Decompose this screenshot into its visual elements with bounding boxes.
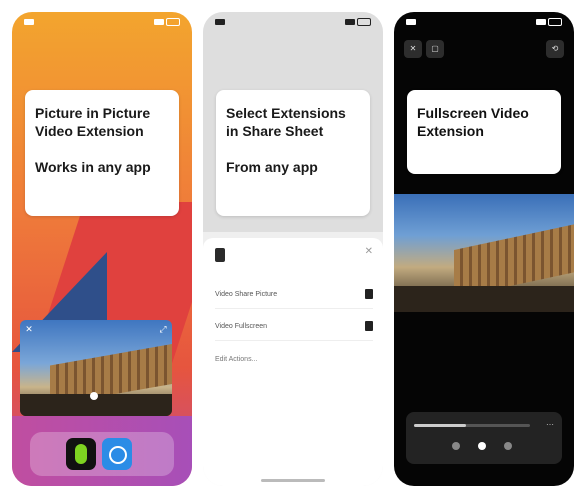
feature-headline: Fullscreen Video Extension [417,105,529,139]
share-action-label: Video Share Picture [215,290,278,298]
forward-icon[interactable] [504,442,512,450]
status-bar [24,17,180,27]
extension-icon [365,289,373,299]
blue-app-icon[interactable] [102,438,132,470]
close-icon[interactable]: ✕ [365,246,373,257]
playback-controls: ⋯ [406,412,562,464]
close-icon[interactable]: ✕ [24,324,34,334]
home-indicator [261,479,325,482]
battery-icon [548,18,562,26]
play-icon[interactable] [90,392,98,400]
signal-icon [536,19,546,25]
extension-icon [365,321,373,331]
feature-subtitle: From any app [226,159,318,175]
time-indicator [406,19,416,25]
phone-pip-screen: Picture in Picture Video Extension Works… [12,12,192,486]
app-icon [215,248,225,262]
video-frame [394,286,574,312]
green-app-icon[interactable] [66,438,96,470]
time-indicator [215,19,225,25]
pip-icon[interactable]: ▢ [426,40,444,58]
rewind-icon[interactable] [452,442,460,450]
progress-bar[interactable] [414,424,530,427]
feature-card: Fullscreen Video Extension [407,90,561,174]
share-action-label: Video Fullscreen [215,322,268,330]
feature-subtitle: Works in any app [35,159,151,175]
feature-headline: Select Extensions in Share Sheet [226,105,346,139]
rotate-icon[interactable]: ⟲ [546,40,564,58]
more-icon[interactable]: ⋯ [546,420,554,429]
feature-card: Picture in Picture Video Extension Works… [25,90,179,216]
status-bar [215,17,371,27]
feature-headline: Picture in Picture Video Extension [35,105,151,139]
play-icon[interactable] [478,442,486,450]
dock [30,432,174,476]
expand-icon[interactable]: ⤢ [158,324,168,334]
close-icon[interactable]: ✕ [404,40,422,58]
share-sheet: ✕ Video Share Picture Video Fullscreen E… [203,238,383,486]
edit-actions-link[interactable]: Edit Actions... [215,356,257,363]
phone-share-sheet-screen: Select Extensions in Share Sheet From an… [203,12,383,486]
time-indicator [24,19,34,25]
signal-icon [345,19,355,25]
share-action-row[interactable]: Video Fullscreen [215,312,373,341]
feature-card: Select Extensions in Share Sheet From an… [216,90,370,216]
status-bar [406,17,562,27]
battery-icon [357,18,371,26]
pip-video-window[interactable]: ✕ ⤢ [20,320,172,416]
fullscreen-video[interactable] [394,194,574,312]
signal-icon [154,19,164,25]
battery-icon [166,18,180,26]
phone-fullscreen-screen: ✕ ▢ ⟲ Fullscreen Video Extension ⋯ [394,12,574,486]
share-action-row[interactable]: Video Share Picture [215,280,373,309]
progress-fill [414,424,467,427]
